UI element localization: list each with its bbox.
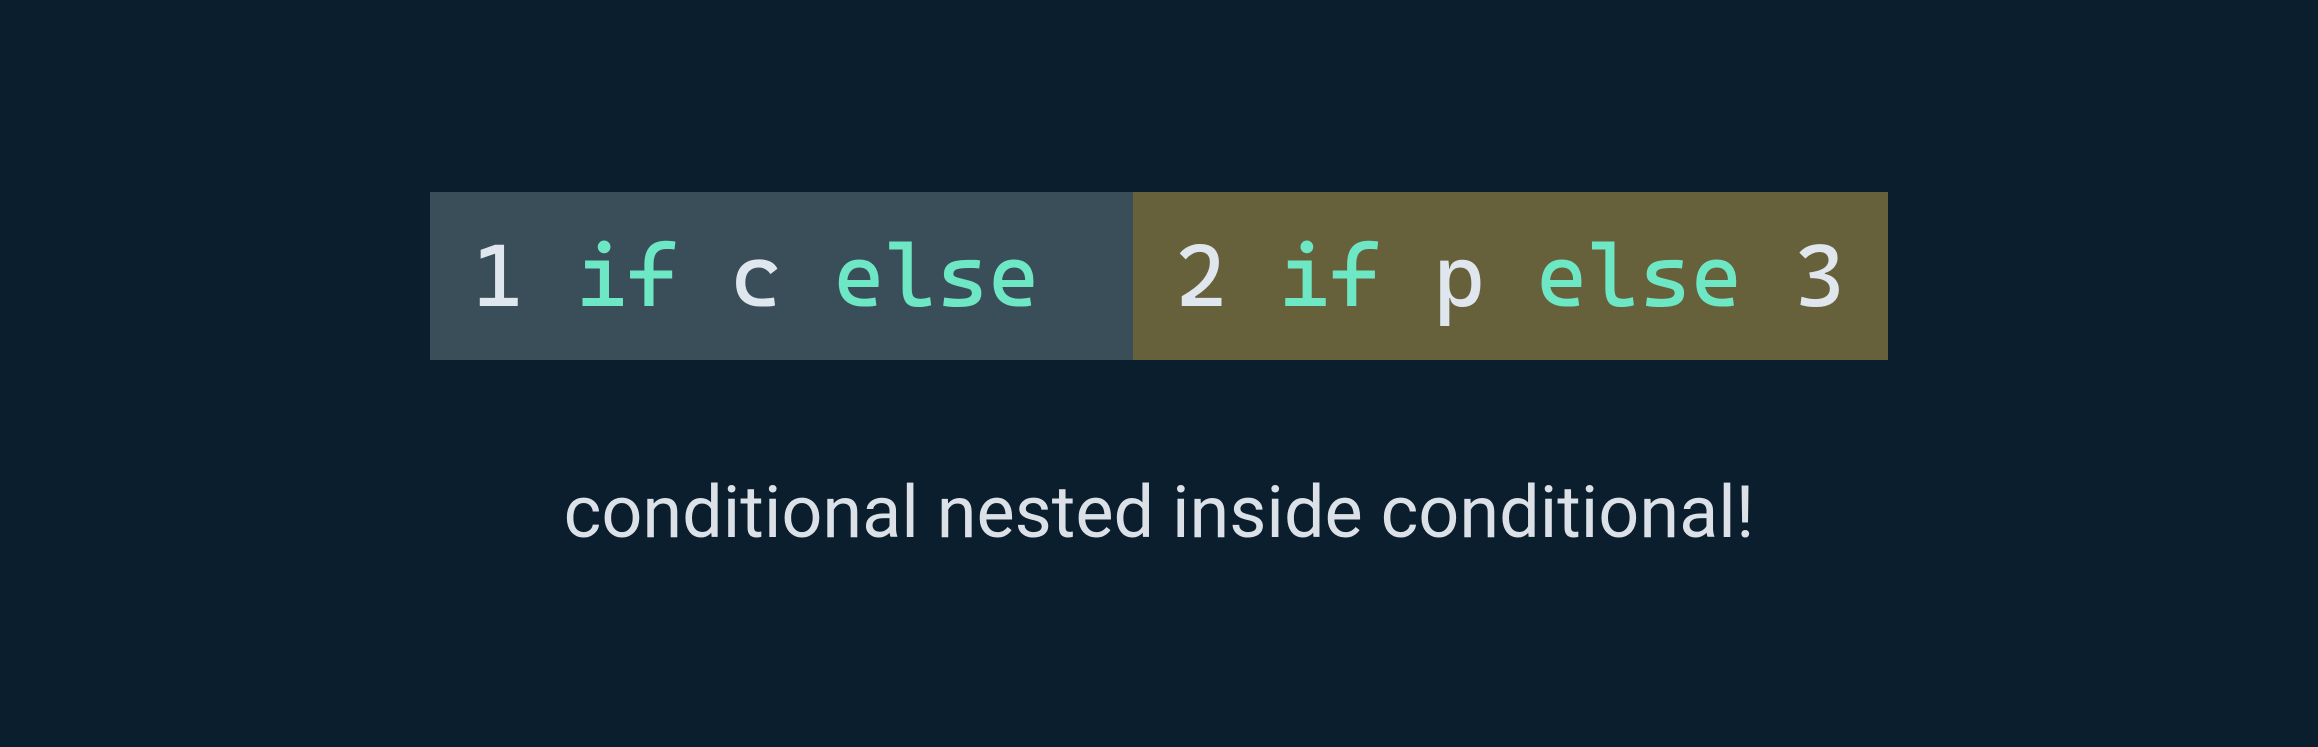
keyword-else: else [833, 232, 1039, 320]
variable-p: p [1433, 232, 1485, 320]
keyword-if: if [1278, 232, 1381, 320]
keyword-else: else [1536, 232, 1742, 320]
literal-value: 1 [472, 232, 524, 320]
variable-c: c [730, 232, 782, 320]
literal-value: 3 [1794, 232, 1846, 320]
nested-conditional-block: 2 if p else 3 [1133, 192, 1887, 360]
outer-conditional-block: 1 if c else [430, 192, 1133, 360]
caption-text: conditional nested inside conditional! [564, 470, 1755, 555]
literal-value: 2 [1175, 232, 1227, 320]
code-expression-container: 1 if c else 2 if p else 3 [430, 192, 1887, 360]
keyword-if: if [576, 232, 679, 320]
